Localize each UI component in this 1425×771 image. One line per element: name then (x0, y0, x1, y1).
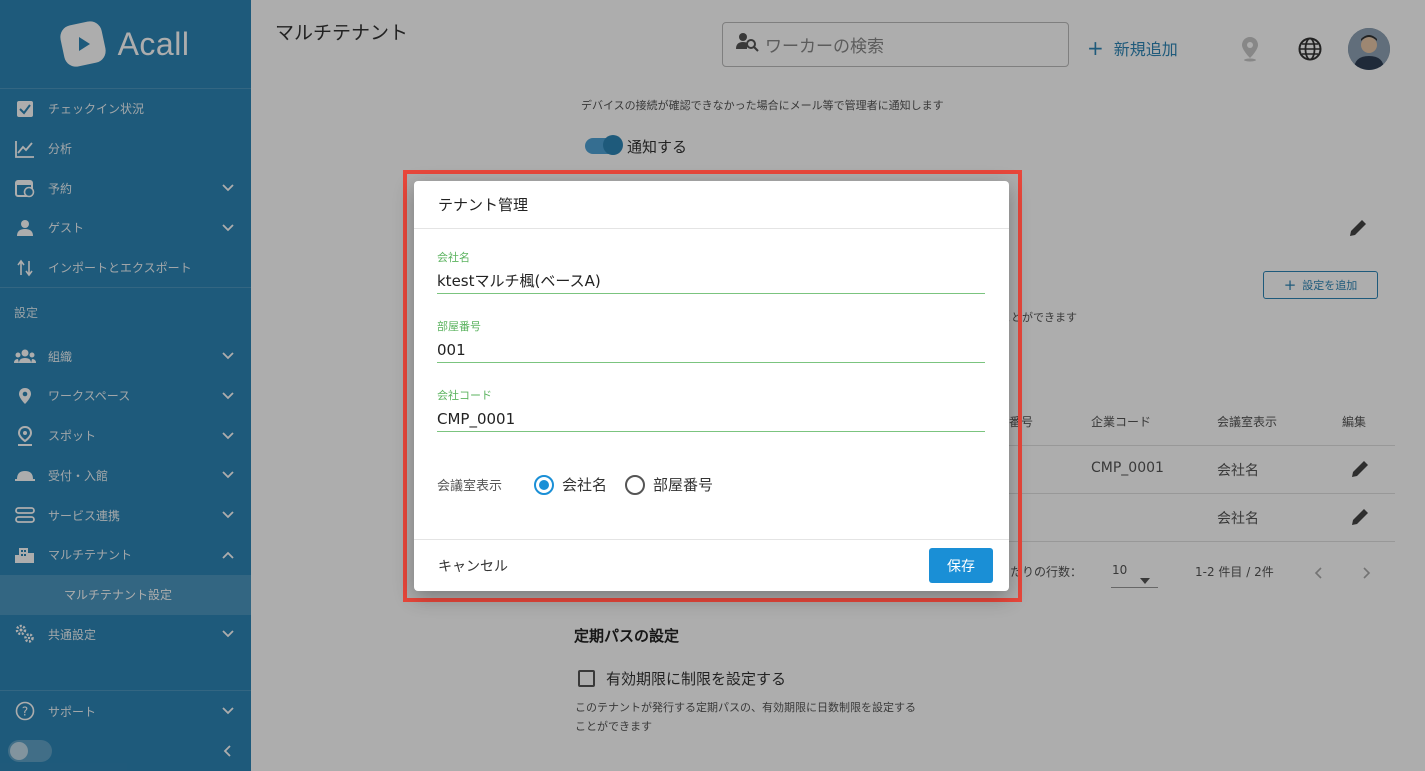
radio-selected-icon (534, 474, 555, 495)
company-name-input[interactable] (437, 269, 985, 293)
room-display-radio-group: 会議室表示 会社名 部屋番号 (437, 474, 713, 495)
dialog-title: テナント管理 (414, 181, 1009, 229)
radio-company-name[interactable]: 会社名 (534, 474, 607, 495)
cancel-button[interactable]: キャンセル (438, 556, 508, 576)
company-code-input[interactable] (437, 407, 985, 431)
dialog-footer: キャンセル 保存 (414, 539, 1009, 591)
radio-company-name-label: 会社名 (562, 476, 608, 494)
radio-room-number-label: 部屋番号 (653, 476, 714, 494)
save-button[interactable]: 保存 (929, 548, 993, 583)
tenant-management-dialog: テナント管理 会社名 部屋番号 会社コード 会議室表示 会社名 部屋番号 キャン… (414, 181, 1009, 591)
room-number-label: 部屋番号 (437, 320, 481, 333)
room-number-input[interactable] (437, 338, 985, 362)
radio-room-number[interactable]: 部屋番号 (625, 474, 713, 495)
radio-unselected-icon (625, 474, 646, 495)
company-name-label: 会社名 (437, 251, 470, 264)
company-code-field[interactable]: 会社コード (437, 387, 985, 432)
company-code-label: 会社コード (437, 389, 492, 402)
room-display-label: 会議室表示 (437, 479, 503, 494)
company-name-field[interactable]: 会社名 (437, 249, 985, 294)
room-number-field[interactable]: 部屋番号 (437, 318, 985, 363)
